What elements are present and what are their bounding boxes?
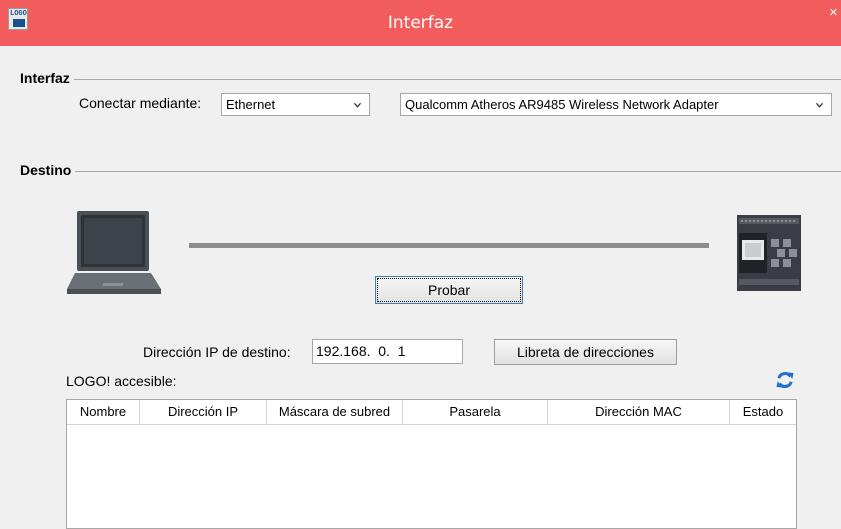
column-header-mac[interactable]: Dirección MAC	[548, 400, 730, 424]
close-icon[interactable]: ×	[829, 4, 841, 24]
interface-group-title: Interfaz	[20, 70, 74, 86]
column-header-subnet[interactable]: Máscara de subred	[267, 400, 403, 424]
destination-group-title: Destino	[20, 162, 76, 178]
connect-via-label: Conectar mediante:	[79, 95, 202, 111]
title-bar: LOGO Interfaz ×	[0, 0, 841, 46]
column-header-status[interactable]: Estado	[730, 400, 796, 424]
network-adapter-value: Qualcomm Atheros AR9485 Wireless Network…	[405, 97, 719, 112]
table-header: Nombre Dirección IP Máscara de subred Pa…	[67, 400, 796, 425]
refresh-icon[interactable]	[775, 370, 795, 390]
chevron-down-icon	[816, 102, 823, 108]
network-adapter-dropdown[interactable]: Qualcomm Atheros AR9485 Wireless Network…	[400, 93, 832, 116]
laptop-icon	[67, 211, 161, 294]
destination-ip-label: Dirección IP de destino:	[143, 344, 291, 360]
column-header-gateway[interactable]: Pasarela	[403, 400, 548, 424]
accessible-logo-table[interactable]: Nombre Dirección IP Máscara de subred Pa…	[66, 399, 797, 529]
logo-plc-device-icon	[737, 215, 801, 291]
connection-line	[189, 243, 709, 248]
column-header-name[interactable]: Nombre	[67, 400, 140, 424]
connect-via-value: Ethernet	[226, 97, 276, 112]
chevron-down-icon	[354, 102, 361, 108]
window-title: Interfaz	[387, 13, 454, 33]
destination-ip-input[interactable]: 192.168. 0. 1	[312, 339, 463, 364]
interface-group-divider	[20, 79, 841, 80]
test-button[interactable]: Probar	[375, 276, 523, 304]
connect-via-dropdown[interactable]: Ethernet	[221, 93, 370, 116]
column-header-ip[interactable]: Dirección IP	[140, 400, 267, 424]
address-book-button[interactable]: Libreta de direcciones	[494, 339, 677, 365]
destination-group-divider	[20, 171, 841, 172]
accessible-logo-label: LOGO! accesible:	[66, 373, 177, 389]
